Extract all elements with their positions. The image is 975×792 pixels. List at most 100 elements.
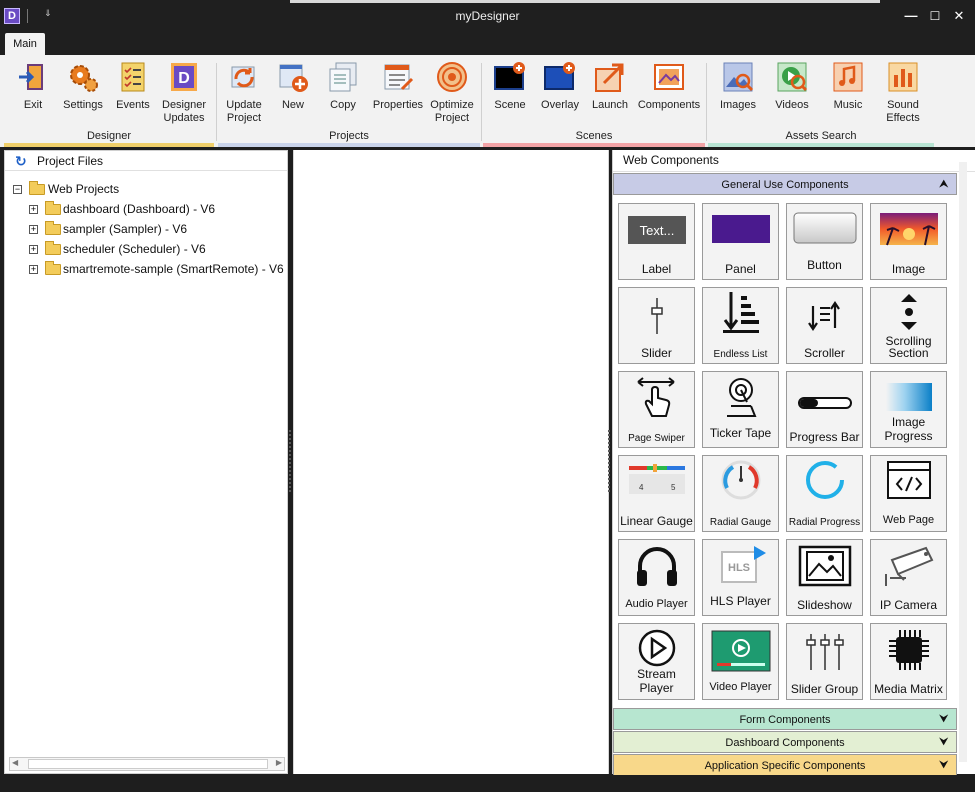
radial-progress-icon	[805, 461, 844, 499]
scroll-thumb[interactable]	[28, 759, 268, 769]
tree-item-project[interactable]: + sampler (Sampler) - V6	[11, 219, 287, 239]
ribbon-tab-bar: Main	[0, 33, 975, 55]
designer-updates-button[interactable]: D Designer Updates	[158, 61, 210, 125]
components-button[interactable]: Components	[635, 61, 703, 112]
images-search-button[interactable]: Images	[712, 61, 764, 112]
tile-label: Video Player	[709, 681, 772, 693]
checklist-icon	[117, 61, 149, 93]
dashboard-components-header[interactable]: Dashboard Components ⮟	[613, 731, 957, 753]
expand-chevron-icon[interactable]: ⮟	[940, 709, 949, 731]
tab-main[interactable]: Main	[5, 33, 45, 55]
tree-item-project[interactable]: + smartremote-sample (SmartRemote) - V6	[11, 259, 287, 279]
component-tile-media-matrix[interactable]: Media Matrix	[870, 623, 947, 700]
folder-icon	[29, 181, 45, 195]
component-tile-slider-group[interactable]: Slider Group	[786, 623, 863, 700]
tree-root-web-projects[interactable]: − Web Projects	[11, 179, 287, 199]
close-button[interactable]: ✕	[951, 8, 967, 24]
tile-label: Button	[807, 258, 842, 272]
project-files-panel: ↻ Project Files − Web Projects + dashboa…	[4, 150, 288, 774]
expand-chevron-icon[interactable]: ⮟	[940, 755, 949, 777]
maximize-button[interactable]: ☐	[927, 8, 943, 24]
component-tile-page-swiper[interactable]: Page Swiper	[618, 371, 695, 448]
exit-button[interactable]: Exit	[8, 61, 58, 112]
expand-icon[interactable]: +	[29, 265, 38, 274]
component-tile-slider[interactable]: Slider	[618, 287, 695, 364]
overlay-button[interactable]: Overlay	[535, 61, 585, 112]
events-button[interactable]: Events	[108, 61, 158, 112]
component-tile-image[interactable]: Image	[870, 203, 947, 280]
expand-chevron-icon[interactable]: ⮟	[940, 732, 949, 754]
component-tile-image-progress[interactable]: Image Progress	[870, 371, 947, 448]
properties-button[interactable]: Properties	[368, 61, 428, 112]
component-tile-button[interactable]: Button	[786, 203, 863, 280]
svg-text:D: D	[178, 70, 190, 87]
component-tile-label[interactable]: Text... Label	[618, 203, 695, 280]
component-tile-audio-player[interactable]: Audio Player	[618, 539, 695, 616]
music-search-button[interactable]: Music	[820, 61, 876, 112]
minimize-button[interactable]: —	[903, 8, 919, 24]
images-icon	[722, 61, 754, 93]
tree-item-project[interactable]: + dashboard (Dashboard) - V6	[11, 199, 287, 219]
component-tile-linear-gauge[interactable]: 45 Linear Gauge	[618, 455, 695, 532]
project-files-title: Project Files	[37, 154, 104, 168]
scene-button[interactable]: Scene	[485, 61, 535, 112]
collapse-chevron-icon[interactable]: ⮝	[940, 174, 949, 196]
exit-icon	[17, 61, 49, 93]
refresh-icon[interactable]: ↻	[15, 151, 27, 171]
component-tile-web-page[interactable]: Web Page	[870, 455, 947, 532]
collapse-icon[interactable]: −	[13, 185, 22, 194]
tree-item-project[interactable]: + scheduler (Scheduler) - V6	[11, 239, 287, 259]
expand-icon[interactable]: +	[29, 205, 38, 214]
component-tile-hls-player[interactable]: HLS HLS Player	[702, 539, 779, 616]
form-components-header[interactable]: Form Components ⮟	[613, 708, 957, 730]
tile-label: Ticker Tape	[709, 426, 772, 440]
settings-button[interactable]: Settings	[58, 61, 108, 112]
component-tile-endless-list[interactable]: Endless List	[702, 287, 779, 364]
web-page-icon	[886, 461, 931, 499]
videos-search-button[interactable]: Videos	[766, 61, 818, 112]
tile-label: Radial Progress	[788, 517, 861, 528]
component-tile-scrolling-section[interactable]: Scrolling Section	[870, 287, 947, 364]
tile-label: Image Progress	[884, 415, 933, 443]
component-tile-stream-player[interactable]: Stream Player	[618, 623, 695, 700]
optimize-project-button[interactable]: Optimize Project	[426, 61, 478, 125]
launch-button[interactable]: Launch	[585, 61, 635, 112]
scroll-right-icon[interactable]: ▶	[276, 758, 282, 767]
component-tile-radial-gauge[interactable]: Radial Gauge	[702, 455, 779, 532]
application-specific-components-header[interactable]: Application Specific Components ⮟	[613, 754, 957, 776]
music-search-label: Music	[833, 99, 863, 111]
component-tile-video-player[interactable]: Video Player	[702, 623, 779, 700]
expand-icon[interactable]: +	[29, 245, 38, 254]
update-project-button[interactable]: Update Project	[220, 61, 268, 125]
sound-effects-search-button[interactable]: Sound Effects	[876, 61, 930, 125]
expand-icon[interactable]: +	[29, 225, 38, 234]
copy-project-button[interactable]: Copy	[318, 61, 368, 112]
gauge-tick-label: 5	[671, 483, 676, 492]
new-project-button[interactable]: New	[268, 61, 318, 112]
tile-label: Panel	[725, 262, 756, 276]
component-tile-scroller[interactable]: Scroller	[786, 287, 863, 364]
component-tile-panel[interactable]: Panel	[702, 203, 779, 280]
right-splitter-handle[interactable]	[607, 430, 611, 492]
design-canvas[interactable]	[293, 150, 609, 774]
section-label: Dashboard Components	[725, 737, 845, 749]
ribbon-group-label: Assets Search	[785, 130, 857, 142]
component-tile-ip-camera[interactable]: IP Camera	[870, 539, 947, 616]
ribbon: Exit Settings Events D Designer Updates	[0, 55, 975, 147]
project-tree: − Web Projects + dashboard (Dashboard) -…	[5, 171, 287, 279]
general-use-components-header[interactable]: General Use Components ⮝	[613, 173, 957, 195]
gauge-tick-label: 4	[639, 483, 644, 492]
left-splitter-handle[interactable]	[288, 430, 292, 492]
component-tile-progress-bar[interactable]: Progress Bar	[786, 371, 863, 448]
tile-label: Image	[891, 262, 926, 276]
tile-label: Label	[641, 262, 672, 276]
scroller-icon	[807, 301, 840, 331]
vertical-scrollbar[interactable]	[959, 162, 967, 762]
launch-icon	[594, 61, 626, 93]
scroll-left-icon[interactable]: ◀	[12, 758, 18, 767]
component-tile-slideshow[interactable]: Slideshow	[786, 539, 863, 616]
tile-label: Slider Group	[790, 682, 859, 696]
horizontal-scrollbar[interactable]: ◀ ▶	[9, 757, 285, 771]
component-tile-radial-progress[interactable]: Radial Progress	[786, 455, 863, 532]
component-tile-ticker-tape[interactable]: Ticker Tape	[702, 371, 779, 448]
